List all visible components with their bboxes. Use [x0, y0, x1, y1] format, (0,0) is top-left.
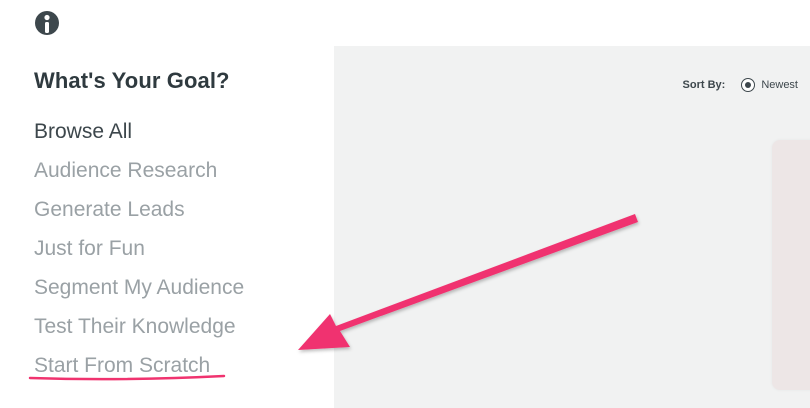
template-gallery: Sort By: Newest	[334, 46, 810, 408]
sort-label: Sort By:	[682, 79, 726, 91]
goal-item-browse-all[interactable]: Browse All	[34, 112, 324, 151]
goal-item-segment-my-audience[interactable]: Segment My Audience	[34, 268, 324, 307]
goal-list: Browse All Audience Research Generate Le…	[34, 112, 324, 385]
goal-item-generate-leads[interactable]: Generate Leads	[34, 190, 324, 229]
sort-newest-radio[interactable]	[741, 78, 756, 92]
goal-sidebar: What's Your Goal? Browse All Audience Re…	[34, 68, 324, 385]
goal-item-test-their-knowledge[interactable]: Test Their Knowledge	[34, 307, 324, 346]
sidebar-title: What's Your Goal?	[34, 68, 230, 93]
goal-item-just-for-fun[interactable]: Just for Fun	[34, 229, 324, 268]
page: What's Your Goal? Browse All Audience Re…	[0, 0, 810, 408]
sort-option-newest[interactable]: Newest	[761, 79, 798, 91]
brand-logo-icon[interactable]	[34, 10, 60, 36]
radio-selected-dot	[745, 82, 752, 88]
sort-bar: Sort By: Newest	[683, 78, 798, 92]
goal-item-start-from-scratch[interactable]: Start From Scratch	[34, 346, 324, 385]
goal-item-audience-research[interactable]: Audience Research	[34, 151, 324, 190]
template-card[interactable]	[772, 140, 810, 390]
